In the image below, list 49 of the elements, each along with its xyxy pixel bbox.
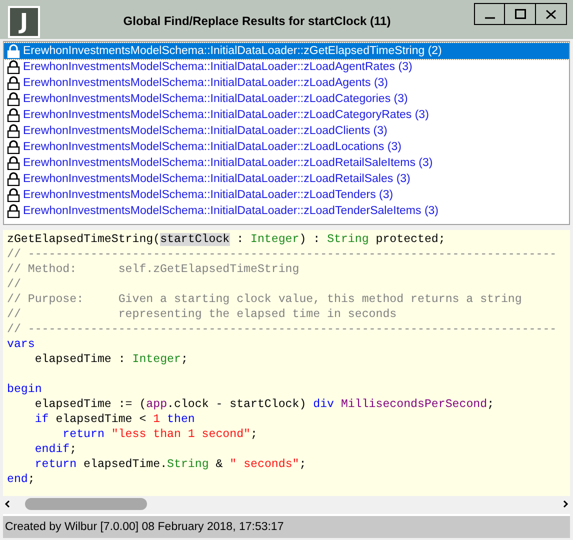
close-button[interactable] — [536, 3, 567, 25]
lock-icon — [7, 188, 20, 202]
code-line: // Purpose: Given a starting clock value, this method returns a string — [7, 293, 522, 306]
code-line: return "less than 1 second"; — [62, 428, 258, 441]
code-line: // ---------------------------------------------------------------------------- — [7, 248, 557, 261]
lock-icon — [7, 172, 20, 186]
code-line: end; — [7, 473, 35, 486]
lock-icon — [7, 44, 20, 58]
lock-icon — [7, 76, 20, 90]
result-item[interactable]: ErewhonInvestmentsModelSchema::InitialDataLoader::zLoadTenders (3) — [4, 187, 569, 203]
minimize-icon — [484, 17, 494, 19]
code-line: vars — [7, 338, 35, 351]
lock-icon — [7, 60, 20, 74]
app-logo: J — [8, 6, 40, 38]
result-item[interactable]: ErewhonInvestmentsModelSchema::InitialDataLoader::zLoadLocations (3) — [4, 139, 569, 155]
result-item[interactable]: ErewhonInvestmentsModelSchema::InitialDataLoader::zLoadRetailSaleItems (3) — [4, 155, 569, 171]
result-item[interactable]: ErewhonInvestmentsModelSchema::InitialDataLoader::zLoadCategoryRates (3) — [4, 107, 569, 123]
lock-icon — [7, 92, 20, 106]
lock-icon — [7, 140, 20, 154]
code-line: // representing the elapsed time in seconds — [7, 308, 397, 321]
code-line: // ---------------------------------------------------------------------------- — [7, 323, 557, 336]
result-item[interactable]: ErewhonInvestmentsModelSchema::InitialDataLoader::zLoadTenderSaleItems (3) — [4, 203, 569, 219]
code-line: endif; — [34, 443, 77, 456]
result-item[interactable]: ErewhonInvestmentsModelSchema::InitialDataLoader::zLoadCategories (3) — [4, 91, 569, 107]
lock-icon — [7, 156, 20, 170]
scrollbar-thumb[interactable] — [25, 498, 147, 510]
result-item[interactable]: ErewhonInvestmentsModelSchema::InitialDataLoader::zLoadClients (3) — [4, 123, 569, 139]
result-item[interactable]: ErewhonInvestmentsModelSchema::InitialDataLoader::zLoadAgents (3) — [4, 75, 569, 91]
result-item[interactable]: ErewhonInvestmentsModelSchema::InitialDataLoader::zLoadAgentRates (3) — [4, 59, 569, 75]
minimize-button[interactable] — [474, 3, 505, 25]
code-line: elapsedTime : Integer; — [34, 353, 188, 366]
code-line: // Method: self.zGetElapsedTimeString — [7, 263, 300, 276]
maximize-icon — [514, 9, 526, 19]
code-line: if elapsedTime < 1 then — [34, 413, 195, 426]
window-title: Global Find/Replace Results for startClock (11) — [122, 14, 392, 28]
code-line: begin — [7, 383, 42, 396]
code-line: elapsedTime := (app.clock - startClock) div MillisecondsPerSecond; — [34, 398, 494, 411]
close-icon — [546, 10, 556, 18]
status-bar: Created by Wilbur [7.0.00] 08 February 2018, 17:53:17 — [3, 514, 570, 538]
code-editor[interactable] — [3, 230, 570, 511]
code-line: zGetElapsedTimeString(startClock : Integer) : String protected; — [7, 233, 446, 246]
result-item[interactable]: ErewhonInvestmentsModelSchema::InitialDataLoader::zLoadRetailSales (3) — [4, 171, 569, 187]
lock-icon — [7, 124, 20, 138]
lock-icon — [7, 204, 20, 218]
code-line: // — [7, 278, 21, 291]
maximize-button[interactable] — [505, 3, 536, 25]
lock-icon — [7, 108, 20, 122]
result-item[interactable]: ErewhonInvestmentsModelSchema::InitialDataLoader::zGetElapsedTimeString (2) — [4, 43, 569, 59]
code-line: return elapsedTime.String & " seconds"; — [34, 458, 306, 471]
